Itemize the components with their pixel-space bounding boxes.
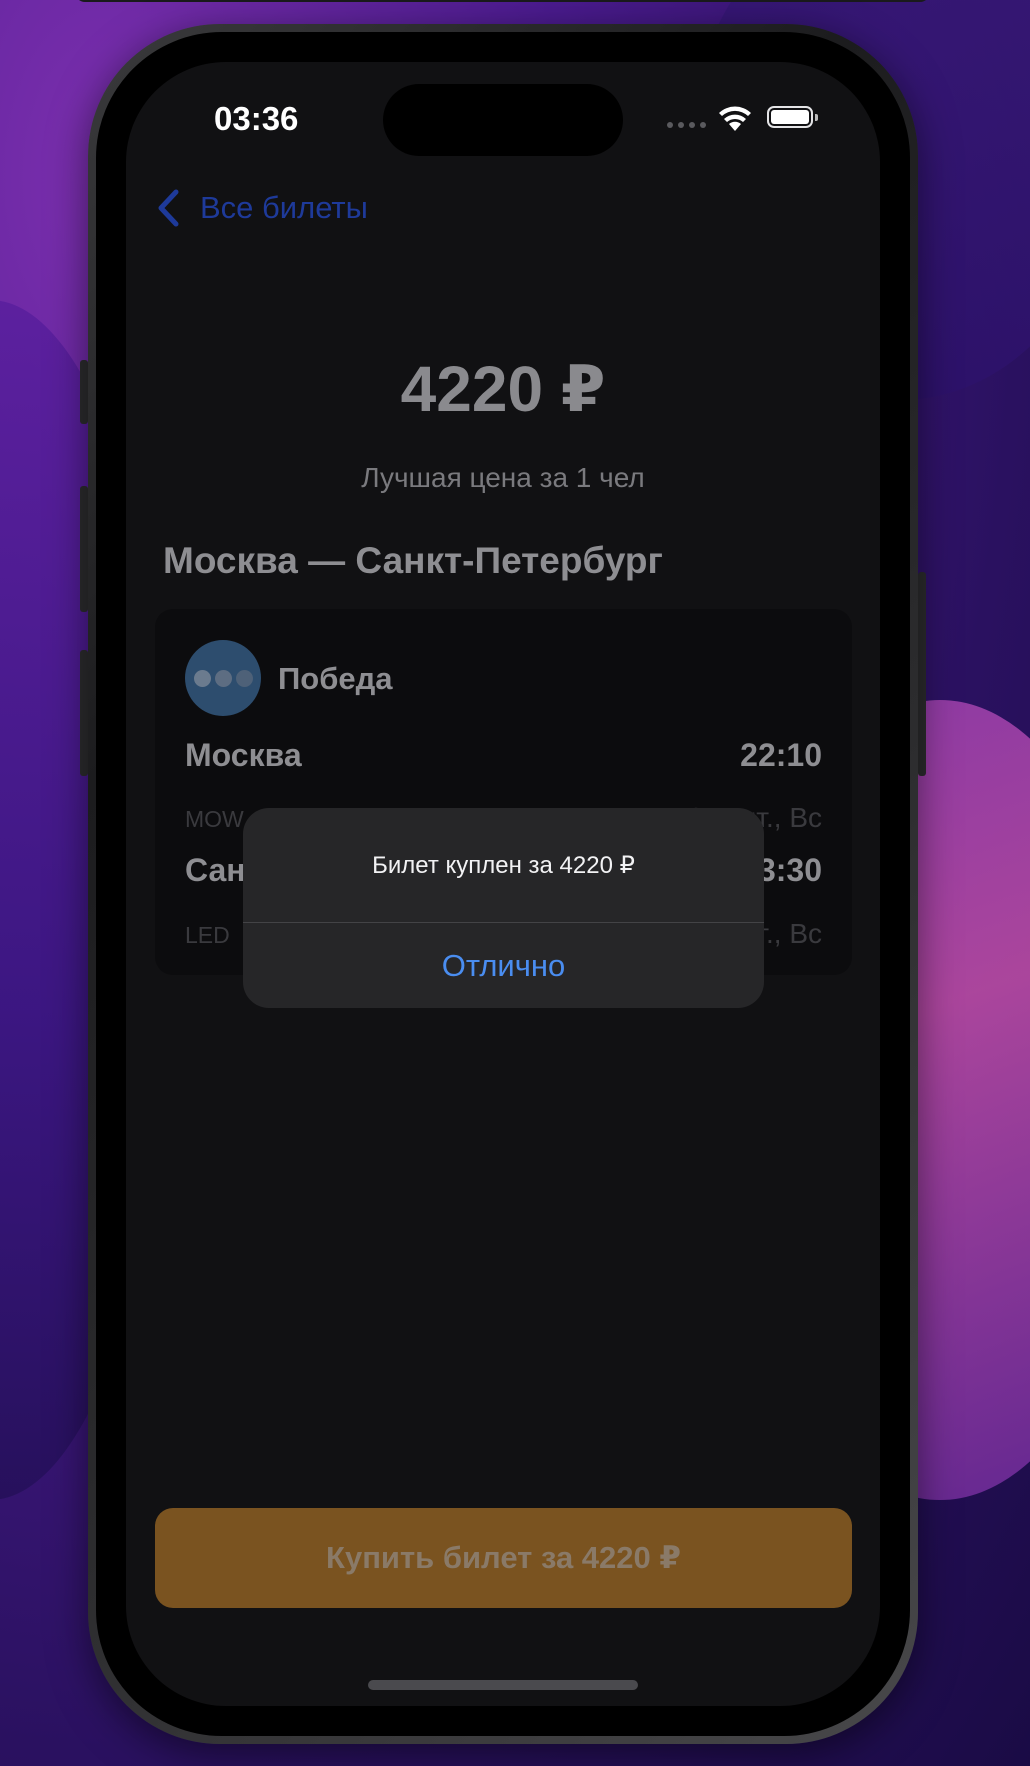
battery-icon (767, 106, 818, 128)
arrival-code: LED (185, 922, 230, 948)
route-title: Москва — Санкт-Петербург (163, 540, 663, 581)
action-button (80, 360, 88, 424)
chevron-left-icon (158, 189, 179, 227)
wifi-icon (717, 104, 753, 132)
desktop-background: 03:36 Все билеты 4220 ₽ Лучшая цена за 1… (0, 0, 1030, 1766)
alert-ok-button[interactable]: Отлично (243, 923, 764, 1008)
volume-up-button (80, 486, 88, 612)
best-price: 4220 ₽ (400, 353, 606, 425)
purchase-alert: Билет куплен за 4220 ₽ Отлично (243, 808, 764, 1008)
back-button[interactable]: Все билеты (156, 186, 368, 230)
alert-message: Билет куплен за 4220 ₽ (372, 851, 635, 879)
buy-ticket-button[interactable]: Купить билет за 4220 ₽ (155, 1508, 852, 1608)
volume-down-button (80, 650, 88, 776)
cellular-signal-icon (667, 122, 709, 130)
status-time: 03:36 (214, 100, 299, 137)
departure-code: MOW (185, 806, 244, 832)
power-button (918, 572, 926, 776)
departure-time: 22:10 (740, 737, 822, 773)
phone-screen: 03:36 Все билеты 4220 ₽ Лучшая цена за 1… (126, 62, 880, 1706)
departure-city: Москва (185, 737, 302, 773)
back-button-label: Все билеты (200, 190, 368, 225)
price-caption: Лучшая цена за 1 чел (361, 462, 645, 493)
home-indicator[interactable] (368, 1680, 638, 1690)
airline-name: Победа (278, 661, 393, 696)
dynamic-island (383, 84, 623, 156)
simulator-toolbar (75, 0, 930, 2)
airline-logo (185, 640, 261, 716)
